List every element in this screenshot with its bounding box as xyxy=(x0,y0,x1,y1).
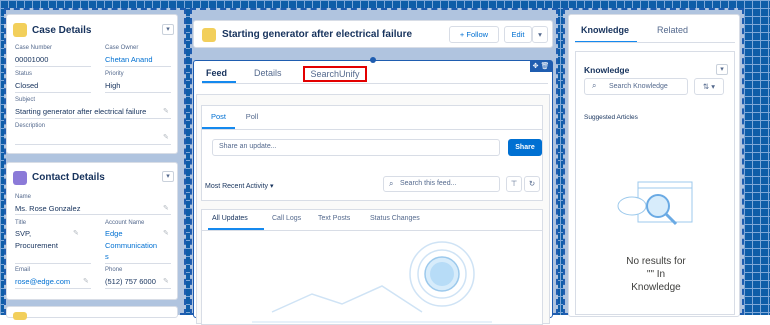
tabs-component: ✥ 🗑 Feed Details SearchUnify Post Poll S… xyxy=(193,57,553,325)
knowledge-empty-illustration xyxy=(617,181,693,226)
knowledge-title: Knowledge xyxy=(584,65,630,75)
edit-button[interactable]: Edit xyxy=(504,26,532,43)
case-details-menu-button[interactable]: ▾ xyxy=(162,24,174,35)
case-number-value: 00001000 xyxy=(15,55,49,64)
knowledge-component: Knowledge ▾ Search Knowledge ⌕ ⇅ ▾ Sugge… xyxy=(575,51,735,315)
subject-label: Subject xyxy=(15,97,36,103)
tab-related[interactable]: Related xyxy=(657,25,688,35)
priority-value: High xyxy=(105,81,121,90)
search-knowledge-input[interactable]: Search Knowledge xyxy=(584,78,688,95)
share-update-input[interactable]: Share an update... xyxy=(212,139,500,156)
filter-tab-status-changes[interactable]: Status Changes xyxy=(370,215,420,222)
utility-panel: Knowledge Related Knowledge ▾ Search Kno… xyxy=(568,14,740,317)
knowledge-menu-button[interactable]: ▾ xyxy=(716,64,728,75)
record-header: Starting generator after electrical fail… xyxy=(193,20,553,48)
account-link-line3[interactable]: s xyxy=(105,252,109,261)
resize-handle[interactable] xyxy=(370,57,376,63)
contact-details-menu-button[interactable]: ▾ xyxy=(162,171,174,182)
tab-knowledge[interactable]: Knowledge xyxy=(581,25,629,35)
contact-details-title: Contact Details xyxy=(32,172,105,183)
no-results-message: No results for "" In Knowledge xyxy=(626,256,686,293)
knowledge-search-icon: ⌕ xyxy=(592,81,597,90)
name-value: Ms. Rose Gonzalez xyxy=(15,204,81,213)
description-label: Description xyxy=(15,123,46,129)
share-button[interactable]: Share xyxy=(508,139,542,156)
priority-label: Priority xyxy=(105,71,124,77)
edit-subject-icon[interactable]: ✎ xyxy=(163,107,169,115)
follow-button[interactable]: + Follow xyxy=(449,26,499,43)
status-value: Closed xyxy=(15,81,39,90)
tab-searchunify[interactable]: SearchUnify xyxy=(303,66,367,82)
contact-details-card: Contact Details ▾ Name Ms. Rose Gonzalez… xyxy=(6,162,178,300)
title-value-line1: SVP, xyxy=(15,229,32,238)
suggested-articles-label: Suggested Articles xyxy=(584,114,638,121)
case-icon xyxy=(13,23,27,37)
knowledge-sort-button[interactable]: ⇅ ▾ xyxy=(694,78,724,95)
refresh-icon[interactable]: ↻ xyxy=(524,176,540,192)
edit-title-icon[interactable]: ✎ xyxy=(73,229,79,237)
case-number-label: Case Number xyxy=(15,45,53,51)
case-owner-link[interactable]: Chetan Anand xyxy=(105,55,153,64)
case-details-card: Case Details ▾ Case Number 00001000 Case… xyxy=(6,14,178,154)
search-feed-input[interactable]: Search this feed... xyxy=(383,176,500,192)
feed-panel: Post Poll Share an update... Share Most … xyxy=(196,94,550,325)
phone-label: Phone xyxy=(105,267,123,273)
email-link[interactable]: rose@edge.com xyxy=(15,277,70,286)
empty-feed-illustration xyxy=(252,241,492,323)
case-header-icon xyxy=(202,28,216,42)
edit-email-icon[interactable]: ✎ xyxy=(83,277,89,285)
name-label: Name xyxy=(15,194,32,200)
account-link-line1[interactable]: Edge xyxy=(105,229,123,238)
publisher-tab-post[interactable]: Post xyxy=(202,106,235,129)
move-icon[interactable]: ✥ xyxy=(533,63,539,70)
next-card-icon xyxy=(13,312,27,320)
tab-details[interactable]: Details xyxy=(254,68,282,78)
next-card xyxy=(6,306,178,320)
account-name-label: Account Name xyxy=(105,220,145,226)
case-owner-label: Case Owner xyxy=(105,45,139,51)
edit-phone-icon[interactable]: ✎ xyxy=(163,277,169,285)
component-toolbar[interactable]: ✥ 🗑 xyxy=(530,61,552,72)
status-label: Status xyxy=(15,71,33,77)
contact-icon xyxy=(13,171,27,185)
delete-icon[interactable]: 🗑 xyxy=(540,63,549,70)
subject-value: Starting generator after electrical fail… xyxy=(15,107,147,116)
account-link-line2[interactable]: Communication xyxy=(105,241,157,250)
filter-tab-call-logs[interactable]: Call Logs xyxy=(272,215,301,222)
edit-description-icon[interactable]: ✎ xyxy=(163,133,169,141)
title-label: Title xyxy=(15,220,27,226)
tab-feed[interactable]: Feed xyxy=(206,68,227,78)
phone-value: (512) 757 6000 xyxy=(105,277,156,286)
feed-list: All Updates Call Logs Text Posts Status … xyxy=(201,209,543,325)
filter-tab-text-posts[interactable]: Text Posts xyxy=(318,215,350,222)
record-title: Starting generator after electrical fail… xyxy=(222,29,413,40)
edit-name-icon[interactable]: ✎ xyxy=(163,204,169,212)
email-label: Email xyxy=(15,267,31,273)
publisher-tab-poll[interactable]: Poll xyxy=(236,106,268,129)
edit-account-icon[interactable]: ✎ xyxy=(163,229,169,237)
more-actions-button[interactable]: ▾ xyxy=(532,26,548,43)
title-value-line2: Procurement xyxy=(15,241,58,250)
search-icon: ⌕ xyxy=(389,179,394,188)
filter-tab-all-updates[interactable]: All Updates xyxy=(212,215,248,222)
feed-sort-dropdown[interactable]: Most Recent Activity ▾ xyxy=(205,182,274,190)
filter-feed-button[interactable]: ⊤ xyxy=(506,176,522,192)
case-details-title: Case Details xyxy=(32,25,92,36)
